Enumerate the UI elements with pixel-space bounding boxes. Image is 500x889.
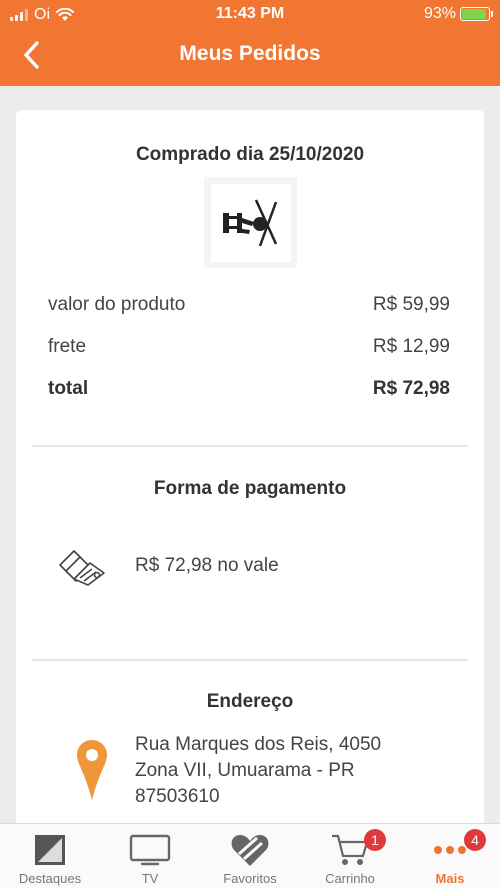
payment-text: R$ 72,98 no vale [135,555,279,576]
address-line-1: Rua Marques dos Reis, 4050 [135,734,382,755]
divider [32,659,468,661]
tab-mais[interactable]: 4 Mais [400,824,500,889]
payment-title: Forma de pagamento [153,478,347,499]
shipping-row: frete R$ 12,99 [48,336,450,358]
product-value-label: valor do produto [48,294,186,315]
page-title: Meus Pedidos [179,42,321,65]
purchase-date: Comprado dia 25/10/2020 [135,144,365,165]
more-icon [434,846,466,854]
total-amount: R$ 72,98 [372,378,450,399]
address-line-3: 87503610 [135,786,220,807]
tab-bar: Destaques TV Favoritos 1 Carrinho 4 Mais [0,823,500,889]
shipping-label: frete [48,336,87,357]
status-right: 93% [423,5,493,23]
tab-label: Destaques [18,871,82,886]
tab-destaques[interactable]: Destaques [0,824,100,889]
address-title: Endereço [206,691,294,712]
total-label: total [48,378,89,399]
top-bar: Oi 11:43 PM 93% Meus Pedidos [0,0,500,86]
tv-wall-mount-icon [222,198,277,246]
tab-label: Favoritos [223,871,277,886]
battery-icon [460,7,493,21]
tab-tv[interactable]: TV [100,824,200,889]
address-line-2: Zona VII, Umuarama - PR [135,760,355,781]
tab-carrinho[interactable]: 1 Carrinho [300,824,400,889]
product-value-amount: R$ 59,99 [372,294,450,315]
tab-label: Mais [435,871,465,886]
location-pin-icon [77,740,107,800]
tv-icon [129,834,171,866]
order-card: Comprado dia 25/10/2020 valor do produto… [16,110,484,850]
shipping-amount: R$ 12,99 [372,336,450,357]
product-value-row: valor do produto R$ 59,99 [48,294,450,316]
featured-icon [35,835,65,865]
more-badge: 4 [464,829,486,851]
total-row: total R$ 72,98 [48,378,450,400]
product-image[interactable] [204,177,297,268]
address-text: Rua Marques dos Reis, 4050 Zona VII, Umu… [135,732,381,810]
status-bar: Oi 11:43 PM 93% [0,0,500,30]
tab-favoritos[interactable]: Favoritos [200,824,300,889]
voucher-icon [59,550,105,586]
cart-badge: 1 [364,829,386,851]
battery-percent: 93% [423,5,456,22]
heart-icon [231,835,269,866]
divider [32,445,468,447]
tab-label: TV [141,871,159,886]
tab-label: Carrinho [325,871,375,886]
